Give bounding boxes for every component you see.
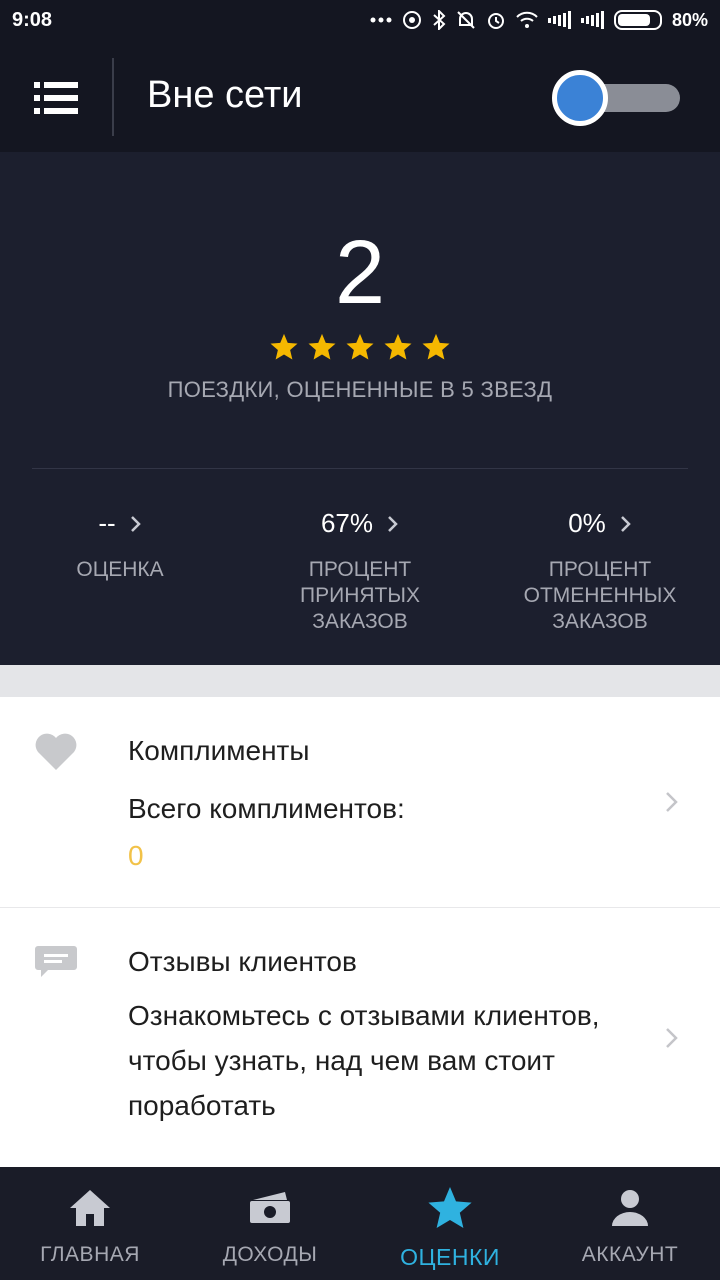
section-separator bbox=[0, 665, 720, 697]
star-rating bbox=[0, 332, 720, 362]
chevron-right-icon bbox=[388, 515, 398, 532]
tab-label: ДОХОДЫ bbox=[222, 1243, 318, 1266]
status-icons: 80% bbox=[370, 8, 708, 32]
compliments-card[interactable]: Комплименты Всего комплиментов: 0 bbox=[0, 697, 720, 907]
status-bar: 9:08 80% bbox=[0, 0, 720, 42]
battery-icon bbox=[613, 8, 662, 32]
metric-acceptance-rate[interactable]: 67% ПРОЦЕНТ ПРИНЯТЫХ ЗАКАЗОВ bbox=[240, 508, 480, 635]
home-icon bbox=[70, 1190, 110, 1226]
bell-muted-icon bbox=[456, 8, 476, 32]
metric-value: -- bbox=[98, 508, 116, 538]
bottom-tab-bar: ГЛАВНАЯ ДОХОДЫ ОЦЕНКИ АККАУНТ bbox=[0, 1167, 720, 1280]
signal-icon bbox=[580, 8, 604, 32]
tab-account[interactable]: АККАУНТ bbox=[540, 1167, 720, 1280]
person-icon bbox=[612, 1190, 648, 1226]
tab-earnings[interactable]: ДОХОДЫ bbox=[180, 1167, 360, 1280]
chat-bubble-icon bbox=[35, 946, 77, 977]
chevron-right-icon bbox=[666, 792, 678, 812]
stats-divider bbox=[32, 468, 688, 469]
reviews-title: Отзывы клиентов bbox=[128, 946, 357, 977]
feedback-list: Комплименты Всего комплиментов: 0 Отзывы… bbox=[0, 697, 720, 1167]
signal-icon bbox=[547, 8, 571, 32]
app-bar: Вне сети bbox=[0, 42, 720, 152]
metric-value: 67% bbox=[320, 508, 374, 538]
compliments-title: Комплименты bbox=[128, 735, 310, 766]
money-icon bbox=[250, 1192, 290, 1223]
tab-home[interactable]: ГЛАВНАЯ bbox=[0, 1167, 180, 1280]
star-icon bbox=[346, 333, 374, 360]
compliments-count: 0 bbox=[128, 840, 144, 871]
metric-label: ОЦЕНКА bbox=[76, 558, 164, 581]
toggle-thumb bbox=[552, 70, 608, 126]
star-icon bbox=[384, 333, 412, 360]
metric-rating[interactable]: -- ОЦЕНКА bbox=[0, 508, 240, 583]
alarm-icon bbox=[486, 8, 506, 32]
heart-icon bbox=[35, 733, 77, 770]
list-menu-icon bbox=[34, 82, 78, 114]
wifi-icon bbox=[516, 8, 538, 32]
menu-button[interactable] bbox=[22, 64, 90, 132]
tab-label: ГЛАВНАЯ bbox=[40, 1243, 140, 1266]
star-icon bbox=[422, 333, 450, 360]
five-star-caption: ПОЕЗДКИ, ОЦЕНЕННЫЕ В 5 ЗВЕЗД bbox=[167, 377, 553, 402]
status-time: 9:08 bbox=[12, 9, 53, 31]
compliments-subtitle: Всего комплиментов: bbox=[128, 793, 405, 824]
battery-level: 80% bbox=[671, 9, 708, 30]
chevron-right-icon bbox=[620, 515, 631, 532]
reviews-card[interactable]: Отзывы клиентов Ознакомьтесь с отзывами … bbox=[0, 908, 720, 1167]
chevron-right-icon bbox=[130, 515, 141, 532]
metric-label: ПРОЦЕНТ ПРИНЯТЫХ ЗАКАЗОВ bbox=[300, 558, 420, 633]
star-icon bbox=[270, 333, 298, 360]
metric-label: ПРОЦЕНТ ОТМЕНЕННЫХ ЗАКАЗОВ bbox=[523, 558, 677, 633]
rating-stats: 2 ПОЕЗДКИ, ОЦЕНЕННЫЕ В 5 ЗВЕЗД -- ОЦЕНКА… bbox=[0, 152, 720, 665]
star-icon bbox=[428, 1187, 472, 1228]
sync-icon bbox=[402, 8, 422, 32]
bluetooth-icon bbox=[432, 8, 446, 32]
five-star-trips-count: 2 bbox=[334, 223, 386, 323]
appbar-divider bbox=[112, 58, 114, 136]
tab-label: АККАУНТ bbox=[581, 1243, 679, 1266]
metric-value: 0% bbox=[568, 508, 606, 538]
tab-ratings[interactable]: ОЦЕНКИ bbox=[360, 1167, 540, 1280]
reviews-text: Ознакомьтесь с отзывами клиентов, чтобы … bbox=[128, 1000, 600, 1121]
chevron-right-icon bbox=[666, 1028, 678, 1048]
star-icon bbox=[308, 333, 336, 360]
metric-cancellation-rate[interactable]: 0% ПРОЦЕНТ ОТМЕНЕННЫХ ЗАКАЗОВ bbox=[480, 508, 720, 635]
tab-label: ОЦЕНКИ bbox=[400, 1244, 500, 1270]
page-title: Вне сети bbox=[147, 74, 303, 116]
online-toggle[interactable] bbox=[552, 68, 682, 128]
dots-icon bbox=[370, 8, 392, 32]
